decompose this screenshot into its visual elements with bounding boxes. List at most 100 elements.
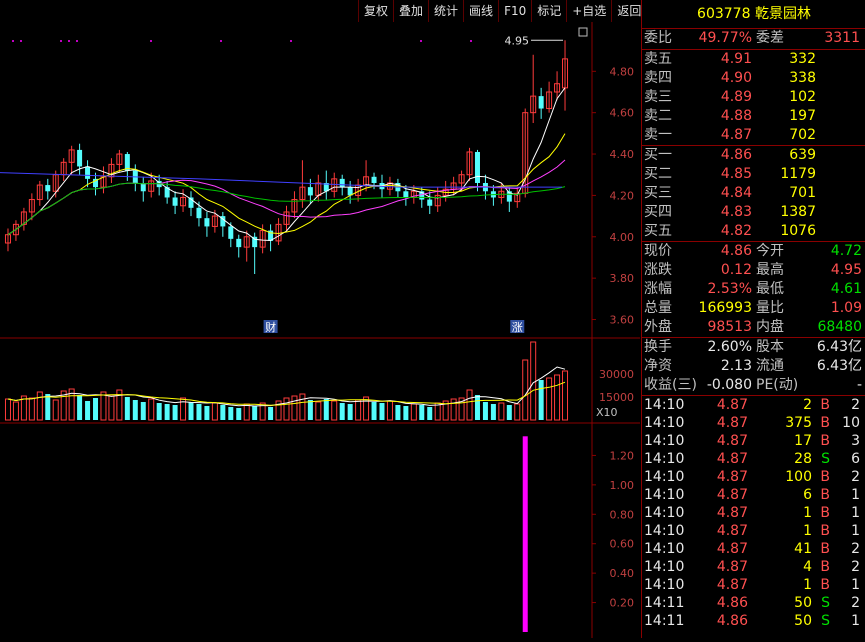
volume-bar bbox=[52, 399, 59, 421]
event-marker: 涨 bbox=[512, 321, 523, 334]
quote-label: 最低 bbox=[756, 281, 784, 297]
tick-price: 4.87 bbox=[716, 415, 748, 431]
tick-volume: 50 bbox=[794, 595, 812, 611]
volume-bar bbox=[307, 400, 313, 420]
kline-chart[interactable]: 4.80 4.60 4.40 4.20 4.00 3.80 3.60 4.95 财 涨 30000 1… bbox=[0, 22, 640, 638]
quote-label: 量比 bbox=[756, 300, 784, 316]
tick-price: 4.86 bbox=[716, 613, 748, 629]
asks-label: 卖一 bbox=[644, 127, 672, 143]
toolbar-button-1[interactable]: 叠加 bbox=[393, 0, 428, 22]
tick-side: B bbox=[820, 559, 830, 575]
tick-row: 14:10 4.87 1 B 1 bbox=[642, 504, 865, 522]
candle-body bbox=[140, 183, 146, 192]
tick-time: 14:11 bbox=[644, 613, 685, 629]
bids-level[interactable]: 买四 4.83 1387 bbox=[642, 203, 865, 222]
bids-volume: 1076 bbox=[780, 223, 816, 239]
volume-bar bbox=[466, 389, 473, 421]
bids-level[interactable]: 买一 4.86 639 bbox=[642, 146, 865, 165]
tick-row: 14:10 4.87 28 S 6 bbox=[642, 450, 865, 468]
kline-chart-area[interactable]: 4.80 4.60 4.40 4.20 4.00 3.80 3.60 4.95 财 涨 30000 1… bbox=[0, 22, 640, 638]
price-tick-label: 4.40 bbox=[610, 148, 635, 161]
volume-bar bbox=[562, 370, 569, 421]
bids-level[interactable]: 买二 4.85 1179 bbox=[642, 165, 865, 184]
tick-volume: 1 bbox=[803, 505, 812, 521]
quote-row: 外盘 98513 内盘 68480 bbox=[642, 318, 865, 337]
asks-level[interactable]: 卖三 4.89 102 bbox=[642, 88, 865, 107]
volume-bar bbox=[498, 402, 505, 421]
volume-bar bbox=[124, 397, 130, 420]
candle-body bbox=[196, 207, 202, 219]
toolbar-button-5[interactable]: 标记 bbox=[531, 0, 566, 22]
indicator-bar bbox=[522, 436, 528, 632]
signal-dot bbox=[220, 40, 222, 42]
volume-bar bbox=[100, 391, 107, 421]
stat-row: 净资 2.13 流通 6.43亿 bbox=[642, 357, 865, 376]
volume-bar bbox=[164, 404, 170, 420]
volume-bar bbox=[315, 401, 322, 421]
tick-time: 14:10 bbox=[644, 559, 685, 575]
quote-label: 涨跌 bbox=[644, 262, 672, 278]
tick-row: 14:10 4.87 41 B 2 bbox=[642, 540, 865, 558]
tick-row: 14:10 4.87 17 B 3 bbox=[642, 432, 865, 450]
tick-row: 14:10 4.87 6 B 1 bbox=[642, 486, 865, 504]
asks-level[interactable]: 卖一 4.87 702 bbox=[642, 126, 865, 145]
bids-label: 买四 bbox=[644, 204, 672, 220]
tick-side: B bbox=[820, 397, 830, 413]
candle-body bbox=[172, 197, 178, 206]
toolbar-button-2[interactable]: 统计 bbox=[428, 0, 463, 22]
quote-label: 现价 bbox=[644, 243, 672, 259]
tick-side: B bbox=[820, 415, 830, 431]
asks-level[interactable]: 卖二 4.88 197 bbox=[642, 107, 865, 126]
toolbar-button-4[interactable]: F10 bbox=[498, 0, 531, 22]
tick-volume: 100 bbox=[785, 469, 812, 485]
bids-level[interactable]: 买五 4.82 1076 bbox=[642, 222, 865, 241]
volume-bar bbox=[419, 405, 425, 420]
volume-bar bbox=[522, 359, 529, 421]
order-diff-value: 3311 bbox=[824, 30, 860, 46]
quote-row: 总量 166993 量比 1.09 bbox=[642, 299, 865, 318]
quote-label: 总量 bbox=[644, 300, 672, 316]
tick-time: 14:10 bbox=[644, 397, 685, 413]
indicator-tick-label: 1.20 bbox=[610, 449, 635, 462]
bids-level[interactable]: 买三 4.84 701 bbox=[642, 184, 865, 203]
order-ratio-value: 49.77% bbox=[698, 30, 752, 46]
asks-price: 4.89 bbox=[720, 89, 752, 105]
candle-body bbox=[474, 151, 480, 183]
tick-volume: 375 bbox=[785, 415, 812, 431]
stat-row: 收益(三) -0.080 PE(动) - bbox=[642, 376, 865, 395]
bid-levels: 买一 4.86 639 买二 4.85 1179 买三 4.84 701 买四 4.83 1387 买五… bbox=[642, 146, 865, 242]
asks-level[interactable]: 卖五 4.91 332 bbox=[642, 50, 865, 69]
volume-unit-label: X10 bbox=[596, 406, 618, 419]
tick-count: 10 bbox=[842, 415, 860, 431]
quote-row: 涨跌 0.12 最高 4.95 bbox=[642, 261, 865, 280]
tick-time: 14:10 bbox=[644, 577, 685, 593]
tick-time: 14:10 bbox=[644, 433, 685, 449]
tick-volume: 4 bbox=[803, 559, 812, 575]
quote-label: 外盘 bbox=[644, 319, 672, 335]
tick-time: 14:10 bbox=[644, 469, 685, 485]
quote-label: 涨幅 bbox=[644, 281, 672, 297]
toolbar-button-0[interactable]: 复权 bbox=[358, 0, 393, 22]
bids-label: 买二 bbox=[644, 166, 672, 182]
candle-body bbox=[204, 218, 210, 227]
bids-price: 4.84 bbox=[720, 185, 752, 201]
volume-bar bbox=[474, 395, 480, 420]
tick-count: 3 bbox=[851, 433, 860, 449]
toolbar-button-3[interactable]: 画线 bbox=[463, 0, 498, 22]
volume-bar bbox=[188, 402, 194, 420]
asks-volume: 702 bbox=[789, 127, 816, 143]
volume-bar bbox=[379, 403, 385, 420]
tick-row: 14:10 4.87 375 B 10 bbox=[642, 414, 865, 432]
volume-bar bbox=[538, 380, 544, 420]
tick-volume: 28 bbox=[794, 451, 812, 467]
toolbar-button-6[interactable]: +自选 bbox=[566, 0, 611, 22]
order-ratio-label: 委比 bbox=[644, 30, 672, 46]
tick-count: 1 bbox=[851, 613, 860, 629]
quote-value: 4.86 bbox=[720, 243, 752, 259]
asks-label: 卖三 bbox=[644, 89, 672, 105]
bids-price: 4.85 bbox=[720, 166, 752, 182]
volume-bar bbox=[339, 403, 345, 420]
tick-time: 14:10 bbox=[644, 451, 685, 467]
asks-level[interactable]: 卖四 4.90 338 bbox=[642, 69, 865, 88]
high-price-label: 4.95 bbox=[505, 34, 530, 47]
